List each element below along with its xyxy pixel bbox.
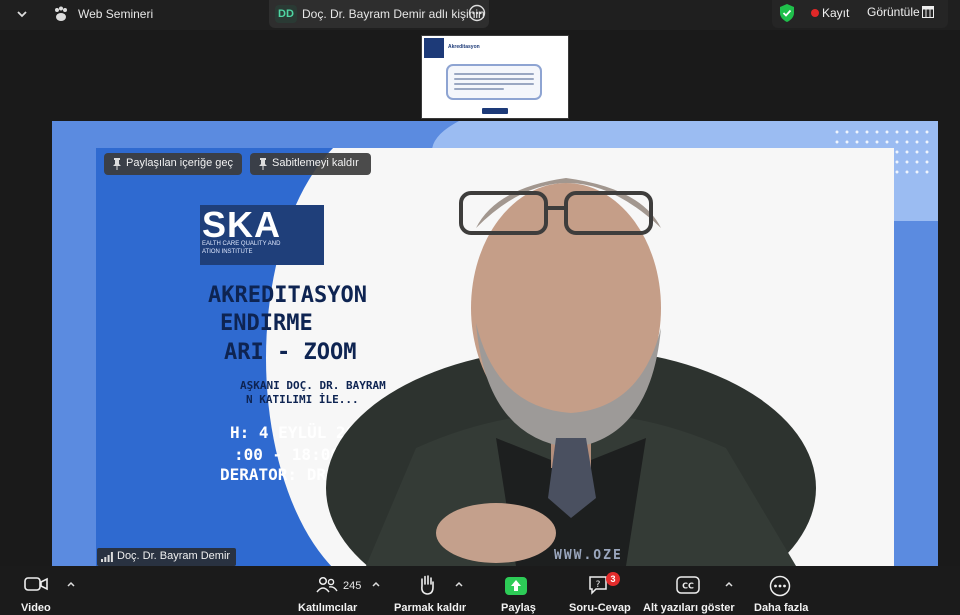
captions-label: Alt yazıları göster: [643, 602, 735, 614]
thumbnail-text-line: [454, 73, 534, 75]
top-bar: Web Semineri DD Doç. Dr. Bayram Demir ad…: [0, 0, 960, 30]
more-button[interactable]: Daha fazla: [752, 566, 810, 615]
thumbnail-title: Akreditasyon: [448, 44, 480, 50]
share-icon: [505, 577, 527, 595]
shared-content-stage: SKA EALTH CARE QUALITY AND ATION INSTITU…: [52, 121, 938, 566]
shared-screen-thumbnail[interactable]: Akreditasyon: [421, 35, 569, 119]
record-label[interactable]: Kayıt: [822, 6, 849, 20]
qa-label: Soru-Cevap: [569, 602, 631, 614]
signal-icon: [101, 552, 113, 562]
speaker-avatar: DD: [275, 5, 297, 23]
paw-icon: [55, 6, 67, 21]
record-indicator-dot: [811, 9, 819, 17]
active-speaker-indicator[interactable]: DD Doç. Dr. Bayram Demir adlı kişinin: [269, 0, 489, 28]
switch-to-shared-content-label: Paylaşılan içeriğe geç: [126, 157, 234, 169]
slide-moderator-line: DERATOR: DR: [220, 465, 326, 484]
qa-button[interactable]: ? 3 Soru-Cevap: [567, 566, 633, 615]
raise-hand-label: Parmak kaldır: [394, 602, 467, 614]
pin-icon: [113, 158, 121, 170]
slide-time-line: :00 - 18:00: [234, 445, 340, 464]
participants-label: Katılımcılar: [298, 602, 358, 614]
video-button[interactable]: Video: [18, 566, 78, 615]
participants-icon: [316, 576, 338, 593]
slide-logo-subtitle: ATION INSTITUTE: [202, 249, 253, 255]
thumbnail-logo: [424, 38, 444, 58]
view-button[interactable]: Görüntüle: [867, 5, 920, 19]
chevron-down-icon[interactable]: [14, 6, 30, 22]
thumbnail-text-line: [454, 88, 505, 90]
participants-button[interactable]: 245 Katılımcılar: [298, 566, 386, 615]
more-icon[interactable]: [468, 4, 486, 22]
video-icon: [24, 577, 48, 591]
participant-name-tag: Doç. Dr. Bayram Demir: [97, 548, 237, 566]
raise-hand-button[interactable]: Parmak kaldır: [394, 566, 468, 615]
cc-icon: CC: [676, 576, 700, 594]
hand-icon: [421, 575, 434, 595]
chevron-up-icon[interactable]: [454, 580, 464, 588]
more-circle-icon: [769, 575, 791, 597]
bottom-toolbar: Video 245 Katılımcılar Parmak kaldır Pay…: [0, 566, 960, 615]
pin-icon: [259, 158, 267, 170]
share-button[interactable]: Paylaş: [498, 566, 538, 615]
slide-website: WWW.OZE: [554, 548, 623, 563]
switch-to-shared-content-button[interactable]: Paylaşılan içeriğe geç: [104, 153, 242, 175]
thumbnail-textbox: [446, 64, 542, 100]
slide-heading-line: ENDIRME: [220, 311, 313, 336]
svg-text:CC: CC: [682, 582, 694, 591]
qa-badge: 3: [606, 572, 620, 586]
video-label: Video: [21, 602, 51, 614]
captions-button[interactable]: CC Alt yazıları göster: [642, 566, 742, 615]
chevron-up-icon[interactable]: [66, 580, 76, 588]
presentation-slide: SKA EALTH CARE QUALITY AND ATION INSTITU…: [96, 148, 894, 566]
share-label: Paylaş: [501, 602, 536, 614]
shield-icon[interactable]: [778, 3, 796, 23]
speaker-label: Doç. Dr. Bayram Demir adlı kişinin: [302, 7, 485, 21]
slide-logo-text: SKA: [202, 204, 282, 245]
thumbnail-text-line: [454, 83, 534, 85]
top-right-controls: Kayıt Görüntüle: [772, 0, 948, 28]
thumbnail-text-line: [454, 78, 534, 80]
speaker-video: [326, 178, 816, 566]
slide-logo-subtitle: EALTH CARE QUALITY AND: [202, 241, 281, 247]
view-grid-icon[interactable]: [922, 6, 934, 18]
participant-name: Doç. Dr. Bayram Demir: [117, 550, 231, 562]
chevron-up-icon[interactable]: [724, 580, 734, 588]
share-arrow-icon: [511, 580, 521, 591]
more-label: Daha fazla: [754, 602, 809, 614]
meeting-title: Web Semineri: [78, 7, 154, 21]
svg-text:?: ?: [596, 580, 601, 590]
unpin-label: Sabitlemeyi kaldır: [272, 157, 359, 169]
participants-count: 245: [343, 580, 362, 592]
unpin-button[interactable]: Sabitlemeyi kaldır: [250, 153, 371, 175]
chevron-up-icon[interactable]: [371, 580, 381, 588]
thumbnail-footer-logo: [482, 108, 508, 114]
